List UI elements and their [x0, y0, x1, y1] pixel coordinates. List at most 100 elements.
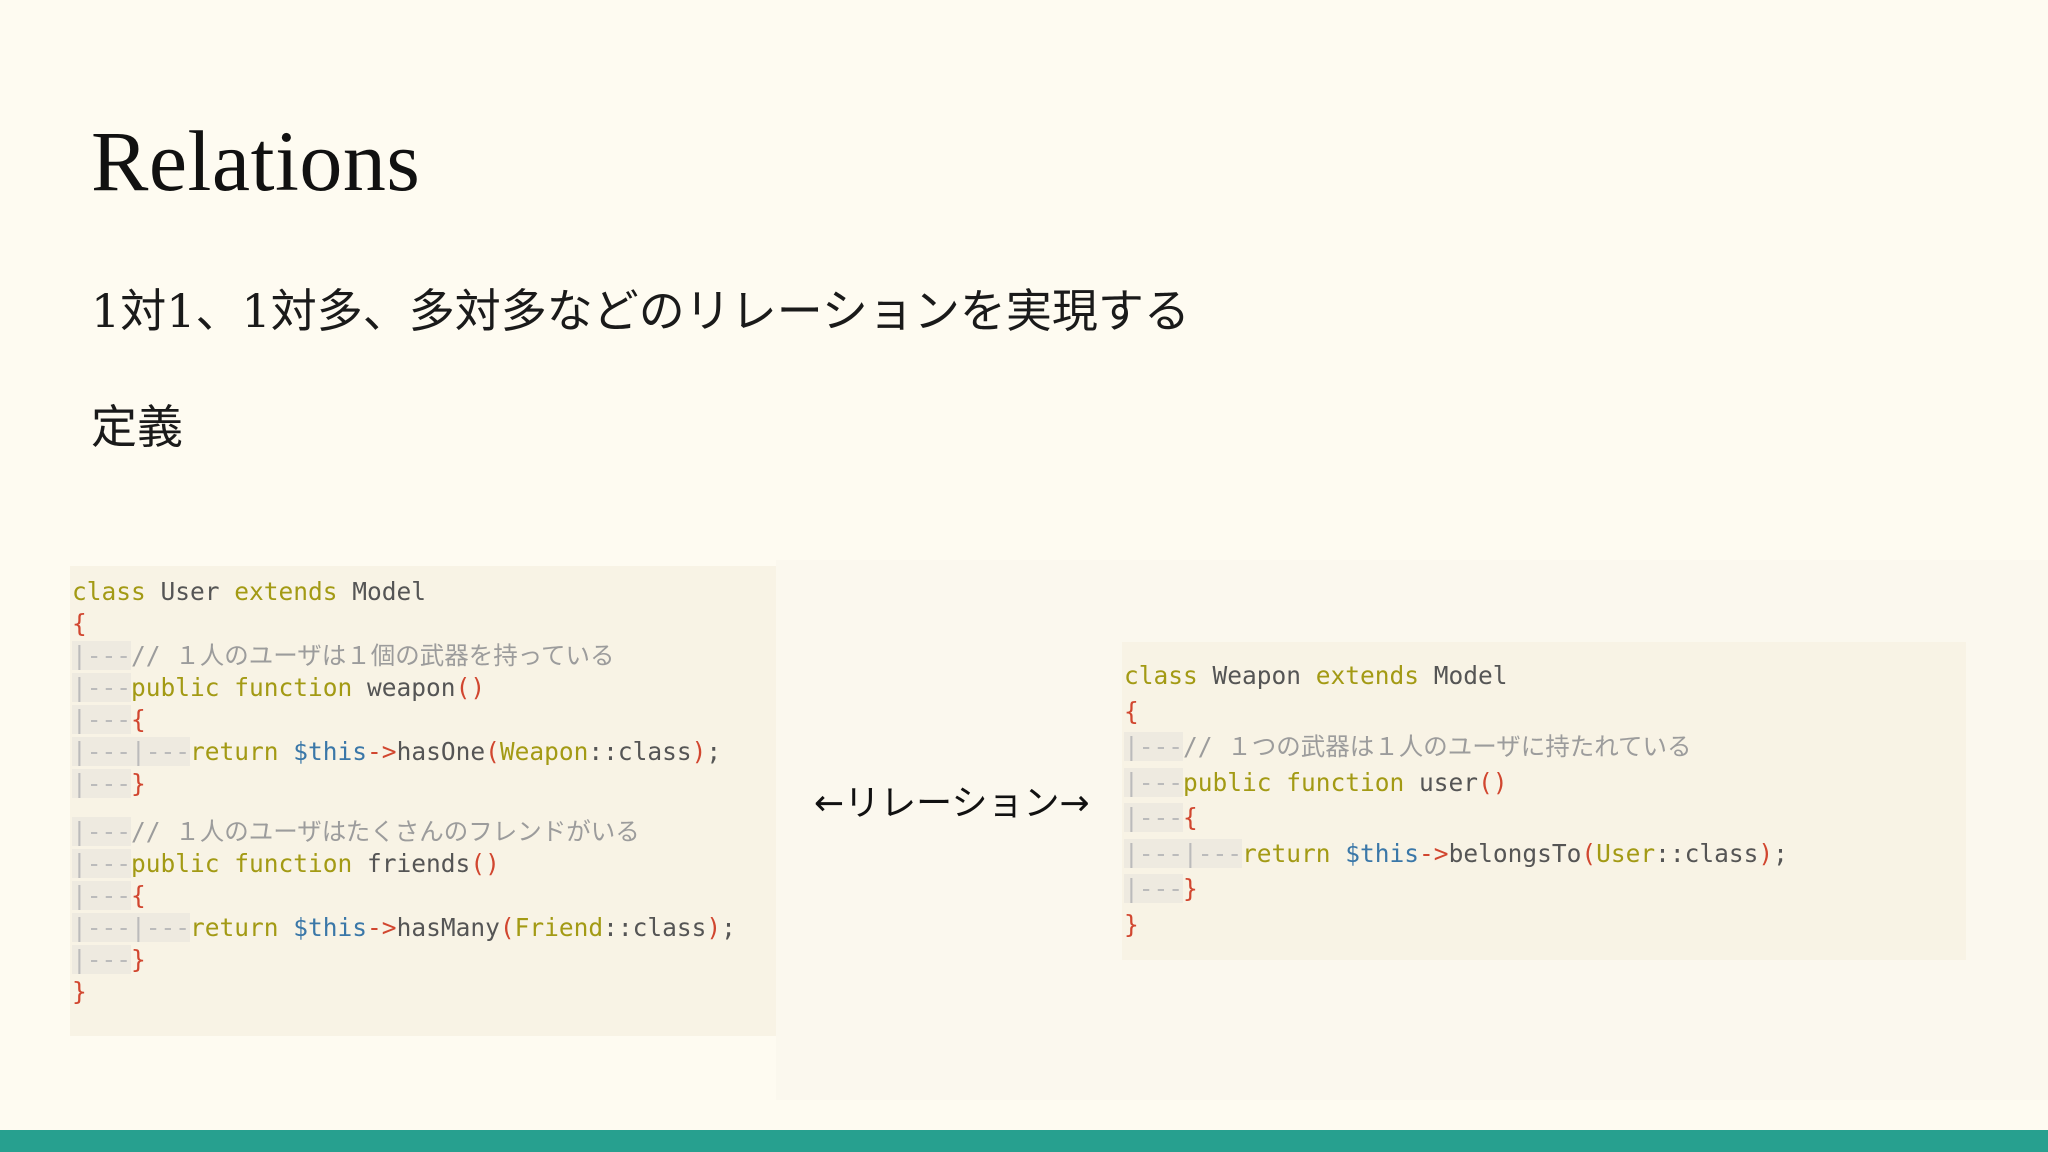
code-token: (): [455, 673, 486, 702]
footer-accent-bar: [0, 1130, 2048, 1152]
code-token: ::: [588, 737, 618, 766]
indent-guide: |---: [1124, 803, 1184, 832]
code-token: {: [72, 609, 87, 638]
indent-guide: |---: [72, 849, 132, 878]
definition-heading: 定義: [91, 400, 183, 454]
code-token: public: [131, 849, 220, 878]
indent-guide: |---: [72, 705, 132, 734]
code-token: ): [691, 737, 707, 766]
code-line: }: [1124, 907, 1966, 943]
code-line: |---}: [1124, 871, 1966, 907]
code-line: |---|---return $this->hasMany(Friend::cl…: [72, 912, 776, 944]
code-token: (: [499, 913, 515, 942]
code-token: ): [706, 913, 722, 942]
code-token: class: [617, 737, 692, 766]
code-token: function: [219, 849, 368, 878]
code-line: |---public function weapon(): [72, 672, 776, 704]
code-token: Friend: [514, 913, 604, 942]
code-token: ): [1758, 838, 1774, 868]
code-line: |---public function user(): [1124, 765, 1966, 801]
code-line: class Weapon extends Model: [1124, 658, 1966, 694]
indent-guide: |---|---: [72, 913, 191, 942]
code-line: |---|---return $this->hasOne(Weapon::cla…: [72, 736, 776, 768]
slide-subtitle: 1対1、1対多、多対多などのリレーションを実現する: [91, 284, 1190, 338]
code-token: belongsTo: [1448, 838, 1582, 868]
indent-guide: |---|---: [72, 737, 191, 766]
slide-title: Relations: [91, 113, 421, 209]
indent-guide: |---: [1124, 767, 1184, 797]
indent-guide: |---: [72, 817, 132, 846]
code-token: class: [1124, 661, 1198, 690]
code-token: }: [1183, 874, 1198, 903]
code-token: user: [1419, 767, 1479, 797]
code-token: ->: [367, 913, 397, 942]
code-token: class: [72, 577, 146, 606]
user-class-code-block: class User extends Model { |---// １人のユーザ…: [70, 566, 776, 1036]
code-token: (: [1581, 838, 1597, 868]
code-token: hasOne: [396, 737, 486, 766]
code-line: {: [72, 608, 776, 640]
code-token: hasMany: [396, 913, 500, 942]
code-token: return: [190, 737, 294, 766]
indent-guide: |---: [1124, 732, 1184, 761]
code-token: return: [190, 913, 294, 942]
code-line: |---{: [72, 880, 776, 912]
code-line: |---{: [1124, 800, 1966, 836]
code-token: Model: [1419, 661, 1508, 690]
indent-guide: |---: [72, 881, 132, 910]
code-token: }: [1124, 909, 1139, 939]
weapon-class-code-block: class Weapon extends Model { |---// １つの武…: [1122, 642, 1966, 960]
code-token: function: [1271, 767, 1420, 797]
code-token: {: [131, 881, 146, 910]
code-line: |---}: [72, 944, 776, 976]
code-token: $this: [293, 737, 368, 766]
code-line: |---// １人のユーザはたくさんのフレンドがいる: [72, 816, 776, 848]
code-token: Model: [337, 577, 427, 606]
code-comment: // １つの武器は１人のユーザに持たれている: [1183, 732, 1692, 761]
code-token: class: [1684, 838, 1759, 868]
code-token: $this: [1345, 838, 1420, 868]
code-token: }: [72, 977, 87, 1006]
code-token: ->: [1419, 838, 1449, 868]
code-token: ::: [1655, 838, 1685, 868]
indent-guide: |---: [72, 769, 132, 798]
code-token: (): [1478, 767, 1508, 797]
indent-guide: |---: [72, 673, 132, 702]
code-token: ->: [367, 737, 397, 766]
code-token: ::: [603, 913, 633, 942]
code-token: Weapon: [1197, 661, 1316, 690]
code-token: ;: [706, 737, 722, 766]
code-token: (): [470, 849, 500, 878]
code-token: User: [145, 577, 235, 606]
code-comment: // １人のユーザはたくさんのフレンドがいる: [131, 817, 640, 846]
code-token: Weapon: [499, 737, 589, 766]
code-line: |---public function friends(): [72, 848, 776, 880]
code-token: $this: [293, 913, 368, 942]
code-line: |---|---return $this->belongsTo(User::cl…: [1124, 836, 1966, 872]
relation-arrow-label: ←リレーション→: [814, 783, 1090, 824]
code-token: {: [131, 705, 146, 734]
code-line: |---}: [72, 768, 776, 800]
indent-guide: |---: [72, 641, 132, 670]
code-line: }: [72, 976, 776, 1008]
code-token: {: [1183, 803, 1198, 832]
code-token: return: [1242, 838, 1346, 868]
code-token: (: [485, 737, 500, 766]
code-token: public: [1183, 767, 1272, 797]
code-token: function: [219, 673, 368, 702]
code-token: extends: [1315, 661, 1420, 690]
code-line: |---// １つの武器は１人のユーザに持たれている: [1124, 729, 1966, 765]
code-line: {: [1124, 694, 1966, 730]
code-token: ;: [721, 913, 736, 942]
code-line: class User extends Model: [72, 576, 776, 608]
code-token: class: [632, 913, 707, 942]
indent-guide: |---: [1124, 874, 1184, 903]
code-token: friends: [367, 849, 471, 878]
code-token: }: [131, 769, 146, 798]
code-token: ;: [1773, 838, 1788, 868]
code-line: |---// １人のユーザは１個の武器を持っている: [72, 640, 776, 672]
indent-guide: |---: [72, 945, 132, 974]
code-comment: // １人のユーザは１個の武器を持っている: [131, 641, 615, 670]
code-token: }: [131, 945, 146, 974]
